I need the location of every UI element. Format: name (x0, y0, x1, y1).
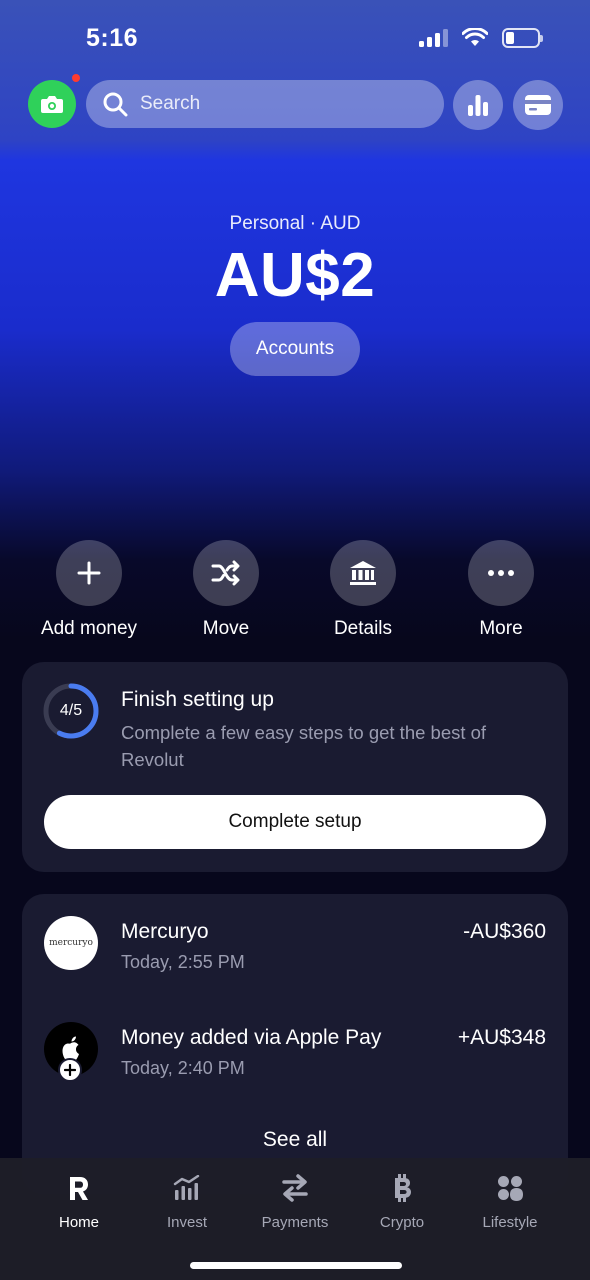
top-bar (0, 74, 590, 130)
shuffle-icon (211, 560, 240, 586)
more-dots-icon (488, 570, 514, 576)
setup-description: Complete a few easy steps to get the bes… (121, 722, 487, 770)
more-action[interactable]: More (431, 540, 571, 640)
move-action[interactable]: Move (156, 540, 296, 640)
move-button[interactable] (193, 540, 259, 606)
more-button[interactable] (468, 540, 534, 606)
cards-button[interactable] (513, 80, 563, 130)
add-badge-icon (58, 1058, 82, 1082)
tab-payments[interactable]: Payments (240, 1172, 350, 1231)
cellular-signal-icon (419, 29, 448, 47)
search-icon (103, 92, 128, 117)
move-label: Move (202, 618, 250, 639)
status-time: 5:16 (86, 24, 139, 52)
arrows-exchange-icon (282, 1174, 308, 1202)
transaction-name: Money added via Apple Pay (121, 1026, 382, 1049)
transaction-amount: +AU$348 (457, 1026, 546, 1049)
notification-dot (72, 74, 80, 82)
status-icons (419, 28, 543, 48)
search-bar[interactable] (86, 80, 444, 128)
tab-invest[interactable]: Invest (132, 1172, 242, 1231)
transaction-time: Today, 2:40 PM (121, 1058, 245, 1078)
bank-icon (350, 561, 376, 585)
lifestyle-grid-icon (498, 1176, 523, 1201)
transaction-row[interactable]: Money added via Apple Pay Today, 2:40 PM… (22, 1022, 568, 1092)
tab-crypto[interactable]: Crypto (347, 1172, 457, 1231)
account-label: Personal · AUD (229, 213, 361, 234)
transaction-amount: -AU$360 (463, 920, 546, 943)
add-money-action[interactable]: Add money (19, 540, 159, 640)
transactions-card: mercuryo Mercuryo Today, 2:55 PM -AU$360… (22, 894, 568, 1194)
bitcoin-icon (395, 1174, 411, 1202)
home-indicator (190, 1262, 402, 1269)
transaction-time: Today, 2:55 PM (121, 952, 245, 972)
search-input[interactable] (140, 93, 420, 115)
analytics-button[interactable] (453, 80, 503, 130)
more-label: More (479, 618, 523, 639)
mercuryo-logo: mercuryo (44, 916, 98, 970)
status-bar: 5:16 (0, 0, 590, 78)
plus-icon (77, 561, 101, 585)
complete-setup-button[interactable]: Complete setup (44, 795, 546, 849)
revolut-r-icon (70, 1177, 88, 1200)
add-money-label: Add money (40, 618, 138, 639)
wifi-icon (462, 28, 488, 46)
card-icon (525, 95, 551, 115)
setup-title: Finish setting up (121, 688, 274, 711)
transaction-row[interactable]: mercuryo Mercuryo Today, 2:55 PM -AU$360 (22, 916, 568, 986)
setup-card[interactable]: 4/5 Finish setting up Complete a few eas… (22, 662, 568, 872)
tab-label: Payments (261, 1214, 329, 1231)
see-all-link[interactable]: See all (22, 1128, 568, 1152)
details-action[interactable]: Details (293, 540, 433, 640)
account-balance: AU$2 (214, 241, 376, 310)
tab-label: Invest (166, 1214, 208, 1231)
tab-label: Home (58, 1214, 99, 1231)
details-label: Details (333, 618, 393, 639)
bar-chart-icon (468, 95, 488, 116)
details-button[interactable] (330, 540, 396, 606)
tab-lifestyle[interactable]: Lifestyle (455, 1172, 565, 1231)
tab-label: Crypto (379, 1214, 425, 1231)
accounts-button[interactable]: Accounts (230, 322, 360, 376)
camera-button[interactable] (28, 80, 76, 128)
tab-home[interactable]: Home (24, 1172, 134, 1231)
invest-chart-icon (173, 1175, 200, 1200)
add-money-button[interactable] (56, 540, 122, 606)
tab-label: Lifestyle (482, 1214, 538, 1231)
setup-progress-text: 4/5 (59, 702, 83, 719)
camera-icon (41, 96, 63, 113)
battery-icon (502, 28, 543, 48)
transaction-name: Mercuryo (121, 920, 209, 943)
